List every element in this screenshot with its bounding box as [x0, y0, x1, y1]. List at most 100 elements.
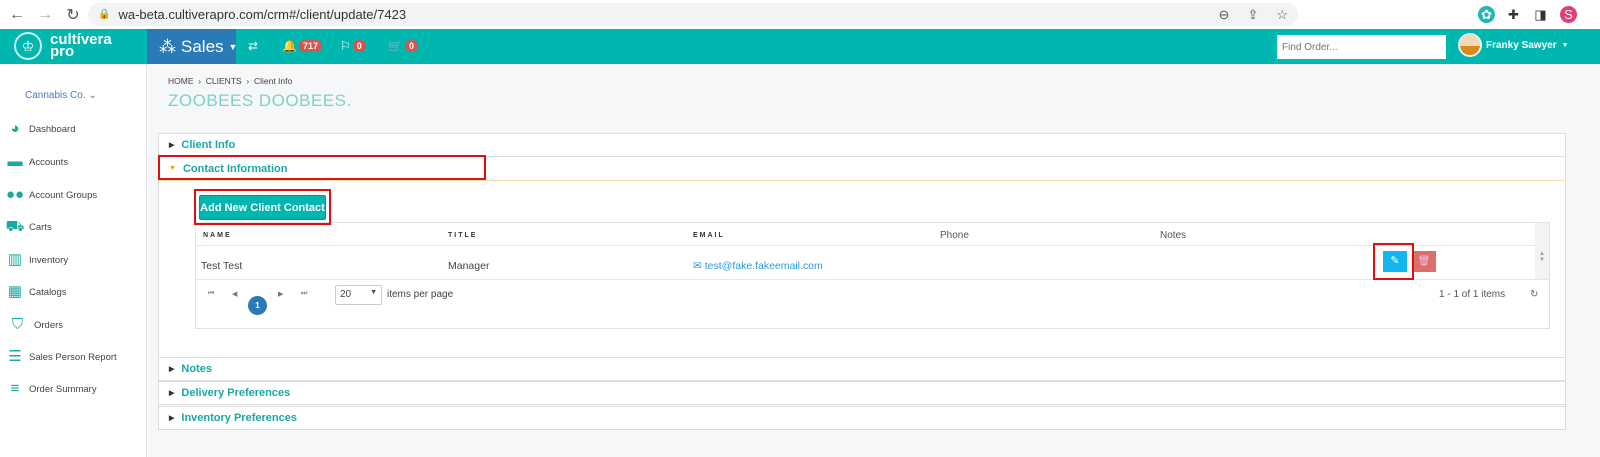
section-inventory-preferences[interactable]: ▶ Inventory Preferences [159, 407, 1565, 429]
briefcase-icon: ▬ [7, 153, 23, 170]
sidebar-item-label: Account Groups [29, 189, 98, 201]
profile-avatar[interactable]: S [1560, 6, 1577, 23]
column-header-title[interactable]: TITLE [448, 232, 477, 239]
caret-down-icon: ▼ [228, 41, 238, 52]
logo[interactable]: ♔ cultívera pro [14, 32, 112, 60]
grid-icon: ▦ [7, 283, 23, 300]
users-icon: ●● [5, 186, 25, 203]
forward-icon[interactable]: → [34, 6, 56, 24]
highlight-box [158, 155, 486, 180]
email-link[interactable]: test@fake.fakeemail.com [705, 260, 823, 272]
sidebar-item-accounts[interactable]: ▬ Accounts [5, 153, 69, 170]
notifications-button[interactable]: 🔔 717 [282, 39, 322, 53]
bell-icon: 🔔 [282, 39, 297, 53]
caret-right-icon: ▶ [169, 142, 175, 149]
pie-chart-icon: ◕ [10, 120, 20, 137]
sidebar-item-carts[interactable]: ⛟ Carts [5, 219, 52, 235]
sidebar-item-label: Dashboard [29, 123, 76, 135]
first-page-icon[interactable]: ⏮ [208, 290, 214, 298]
browser-toolbar: ← → ↻ 🔒 wa-beta.cultiverapro.com/crm#/cl… [0, 0, 1600, 29]
user-name: Franky Sawyer [1486, 39, 1557, 51]
prev-page-icon[interactable]: ◀ [232, 290, 237, 298]
column-header-name[interactable]: NAME [203, 232, 232, 239]
section-notes-panel: ▶ Notes [158, 357, 1566, 381]
reload-icon[interactable]: ↻ [62, 5, 84, 25]
refresh-icon[interactable]: ↻ [1530, 289, 1538, 300]
share-icon[interactable]: ⇪ [1247, 7, 1258, 23]
breadcrumb-clients[interactable]: CLIENTS [206, 76, 242, 86]
column-header-phone[interactable]: Phone [940, 230, 969, 241]
highlight-box [1373, 243, 1414, 280]
cell-title: Manager [448, 260, 490, 272]
section-inventory-panel: ▶ Inventory Preferences [158, 406, 1566, 430]
sidebar-item-label: Carts [29, 221, 52, 233]
sidebar-item-label: Inventory [29, 254, 69, 266]
scrollbar[interactable]: ▲ ▼ [1535, 223, 1549, 279]
url-text: wa-beta.cultiverapro.com/crm#/client/upd… [118, 7, 407, 22]
cart-outline-icon: ⛉ [11, 316, 24, 333]
user-menu[interactable]: Franky Sawyer ▼ [1458, 33, 1569, 57]
switch-icon[interactable]: ⇄ [248, 39, 258, 53]
puzzle-icon[interactable]: ✚ [1505, 6, 1522, 23]
sidebar-item-inventory[interactable]: ▥ Inventory [5, 252, 68, 268]
sidebar-item-label: Catalogs [29, 286, 67, 298]
envelope-icon: ✉ [693, 260, 702, 272]
extension-icon[interactable]: ✿ [1478, 6, 1495, 23]
sidebar-item-label: Orders [34, 319, 64, 331]
items-per-page-label: items per page [387, 289, 454, 300]
column-header-notes[interactable]: Notes [1160, 230, 1186, 241]
sidebar-item-label: Sales Person Report [29, 351, 117, 363]
breadcrumb-current: Client Info [253, 76, 293, 86]
sidebar-item-label: Order Summary [29, 383, 97, 395]
avatar [1458, 33, 1482, 57]
flags-button[interactable]: ⚐ 0 [340, 39, 366, 53]
list-icon: ≡ [10, 380, 20, 397]
logo-icon: ♔ [14, 32, 42, 60]
delete-contact-button[interactable]: 🗑 [1412, 251, 1436, 272]
page-title: ZOOBEES DOOBEES. [168, 91, 352, 110]
cart-icon: 🛒 [388, 39, 403, 53]
sidebar-item-catalogs[interactable]: ▦ Catalogs [5, 284, 67, 300]
sidepanel-icon[interactable]: ◨ [1532, 6, 1549, 23]
sidebar-item-account-groups[interactable]: ●● Account Groups [5, 187, 97, 203]
next-page-icon[interactable]: ▶ [278, 290, 283, 298]
last-page-icon[interactable]: ⏭ [301, 290, 307, 298]
section-delivery-preferences[interactable]: ▶ Delivery Preferences [159, 382, 1565, 404]
cell-email[interactable]: ✉ test@fake.fakeemail.com [693, 260, 823, 272]
sidebar-item-orders[interactable]: ⛉ Orders [5, 317, 63, 333]
section-delivery-panel: ▶ Delivery Preferences [158, 381, 1566, 405]
zoom-icon[interactable]: ⊖ [1219, 7, 1230, 23]
module-dropdown[interactable]: ⁂ Sales ▼ [147, 29, 238, 64]
cart-icon: ⛟ [5, 218, 25, 235]
pager-info: 1 - 1 of 1 items [1439, 289, 1506, 300]
cubes-icon: ⁂ [159, 36, 176, 56]
lock-icon: 🔒 [98, 9, 111, 20]
sidebar: Cannabis Co. ⌄ ◕ Dashboard ▬ Accounts ●● Ac… [0, 64, 147, 457]
flags-badge: 0 [352, 40, 366, 52]
company-selector[interactable]: Cannabis Co. ⌄ [25, 90, 97, 101]
sidebar-item-sales-person-report[interactable]: ☰ Sales Person Report [5, 348, 117, 365]
highlight-box [194, 189, 331, 225]
trash-icon: 🗑 [1417, 256, 1431, 267]
caret-right-icon: ▶ [169, 415, 175, 422]
breadcrumb-home[interactable]: HOME [168, 76, 194, 86]
star-icon[interactable]: ☆ [1276, 7, 1288, 23]
section-client-info[interactable]: ▶ Client Info [159, 134, 1565, 156]
sidebar-item-order-summary[interactable]: ≡ Order Summary [5, 381, 97, 397]
cart-button[interactable]: 🛒 0 [388, 39, 418, 53]
page-size-select[interactable]: 20 ▼ [335, 285, 382, 305]
barcode-icon: ▥ [7, 251, 23, 268]
cart-badge: 0 [404, 40, 418, 52]
table-icon: ☰ [8, 348, 22, 365]
caret-down-icon: ▼ [1561, 41, 1569, 49]
cell-name: Test Test [201, 260, 243, 272]
page-number[interactable]: 1 [248, 296, 267, 315]
caret-down-icon: ▼ [370, 289, 377, 296]
notifications-badge: 717 [298, 40, 322, 52]
section-notes[interactable]: ▶ Notes [159, 358, 1565, 380]
back-icon[interactable]: ← [6, 6, 28, 24]
column-header-email[interactable]: EMAIL [693, 232, 725, 239]
sidebar-item-dashboard[interactable]: ◕ Dashboard [5, 121, 75, 137]
find-order-input[interactable] [1277, 35, 1446, 59]
address-bar[interactable]: 🔒 wa-beta.cultiverapro.com/crm#/client/u… [88, 3, 1298, 26]
